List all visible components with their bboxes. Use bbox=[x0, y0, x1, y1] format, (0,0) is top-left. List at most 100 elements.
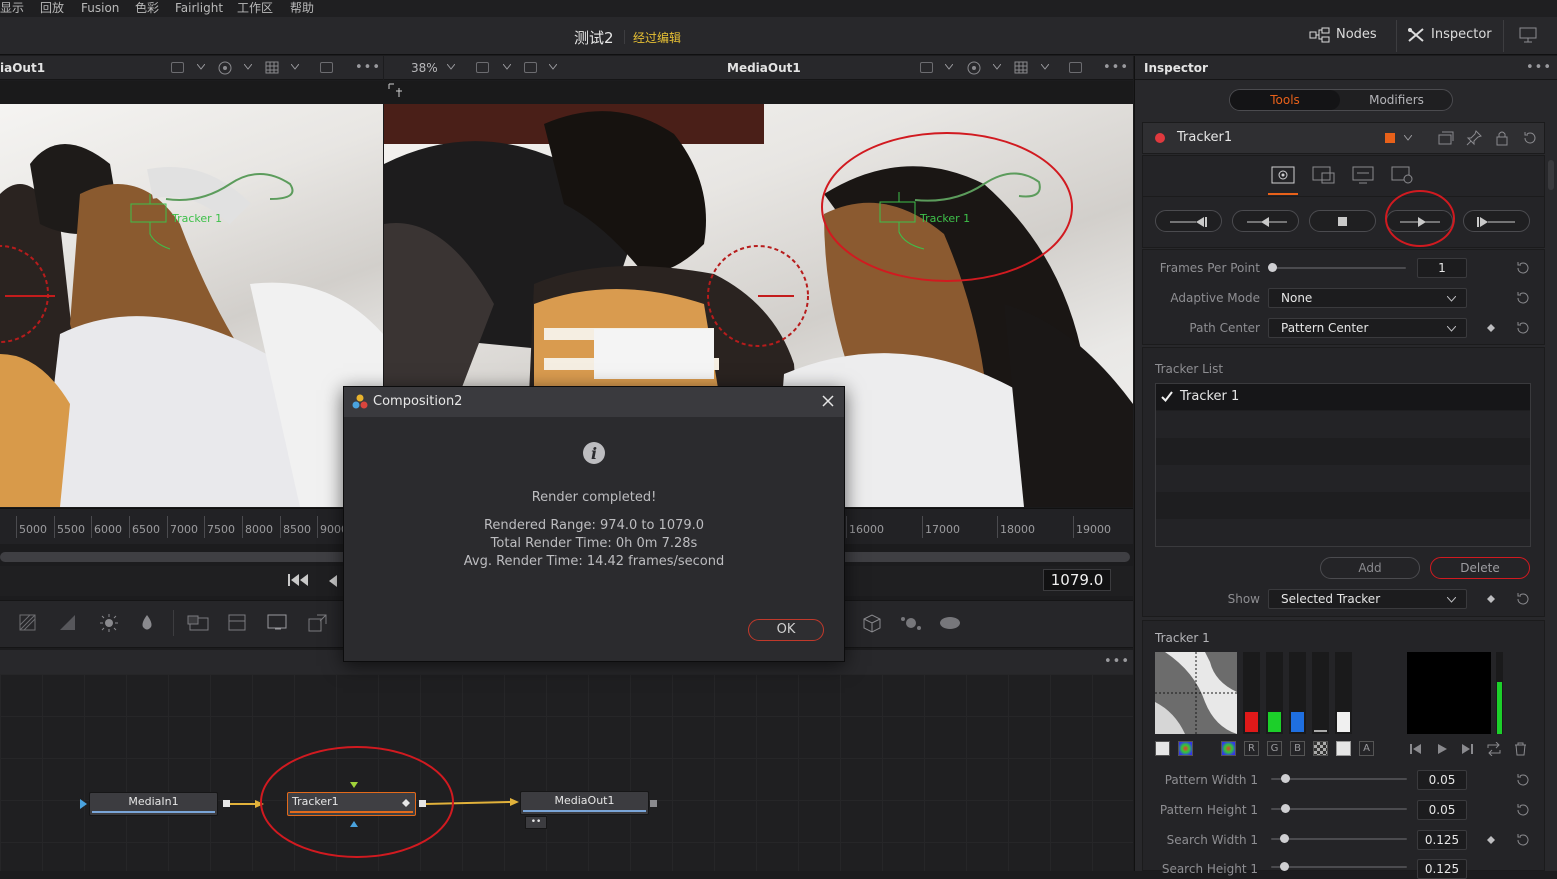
tab-modifiers[interactable]: Modifiers bbox=[1341, 90, 1452, 110]
left-viewer-image[interactable]: Tracker 1 bbox=[0, 104, 383, 507]
pattern-width-value[interactable]: 0.05 bbox=[1417, 770, 1467, 790]
search-height-slider[interactable] bbox=[1271, 866, 1407, 868]
reset-icon[interactable] bbox=[1515, 833, 1529, 847]
alpha-icon[interactable] bbox=[1336, 741, 1351, 756]
chevron-down-icon[interactable] bbox=[291, 64, 299, 70]
more-icon[interactable]: ••• bbox=[1103, 60, 1129, 75]
text-tool-icon[interactable] bbox=[267, 613, 289, 633]
menu-fusion[interactable]: Fusion bbox=[81, 0, 119, 17]
merge-tool-icon[interactable] bbox=[187, 613, 211, 633]
play-icon[interactable] bbox=[1436, 743, 1448, 755]
view-indicator[interactable]: •• bbox=[525, 816, 547, 829]
zoom-level[interactable]: 38% bbox=[411, 61, 438, 75]
color-icon[interactable] bbox=[217, 60, 233, 75]
inspector-scrollbar[interactable] bbox=[1548, 160, 1554, 190]
reset-icon[interactable] bbox=[1515, 592, 1529, 606]
chevron-down-icon[interactable] bbox=[197, 64, 205, 70]
frames-per-point-value[interactable]: 1 bbox=[1417, 258, 1467, 278]
node-editor[interactable] bbox=[0, 674, 1133, 871]
monitor-icon[interactable] bbox=[1519, 27, 1537, 44]
fit-icon[interactable] bbox=[1069, 62, 1082, 73]
pattern-width-slider[interactable] bbox=[1271, 778, 1407, 780]
operation-tab-icon[interactable] bbox=[1312, 166, 1336, 184]
grid-icon[interactable] bbox=[265, 61, 279, 74]
transform-tool-icon[interactable] bbox=[308, 613, 328, 633]
inspector-button[interactable]: Inspector bbox=[1431, 27, 1492, 42]
fit-icon[interactable] bbox=[320, 62, 333, 73]
3d-shape-icon[interactable] bbox=[860, 613, 884, 633]
display-tab-icon[interactable] bbox=[1352, 166, 1376, 184]
track-to-end-button[interactable] bbox=[1463, 210, 1530, 232]
menu-playback[interactable]: 回放 bbox=[40, 0, 64, 17]
menu-help[interactable]: 帮助 bbox=[290, 0, 314, 17]
renderer-3d-icon[interactable] bbox=[938, 613, 962, 633]
pattern-height-slider[interactable] bbox=[1271, 808, 1407, 810]
track-reverse-button[interactable] bbox=[1232, 210, 1299, 232]
ok-button[interactable]: OK bbox=[748, 619, 824, 641]
chevron-down-icon[interactable] bbox=[447, 64, 455, 70]
version-icon[interactable] bbox=[1438, 131, 1454, 145]
keyframe-icon[interactable] bbox=[1487, 324, 1495, 332]
chevron-down-icon[interactable] bbox=[993, 64, 1001, 70]
loop-icon[interactable] bbox=[1486, 742, 1502, 756]
lock-icon[interactable] bbox=[1495, 130, 1509, 146]
track-to-start-button[interactable] bbox=[1155, 210, 1222, 232]
brightness-icon[interactable] bbox=[99, 613, 119, 633]
enable-icon[interactable] bbox=[1155, 133, 1165, 143]
keyframe-icon[interactable] bbox=[1487, 836, 1495, 844]
slider-knob[interactable] bbox=[1280, 862, 1290, 871]
menu-display[interactable]: 显示 bbox=[0, 0, 24, 17]
stop-tracking-button[interactable] bbox=[1309, 210, 1376, 232]
viewer-option-icon[interactable] bbox=[171, 62, 184, 73]
play-reverse-icon[interactable] bbox=[327, 574, 339, 588]
pattern-height-value[interactable]: 0.05 bbox=[1417, 800, 1467, 820]
drop-icon[interactable] bbox=[137, 613, 157, 633]
more-icon[interactable]: ••• bbox=[1104, 654, 1130, 669]
viewer-option-icon[interactable] bbox=[920, 62, 933, 73]
search-width-value[interactable]: 0.125 bbox=[1417, 830, 1467, 850]
reset-icon[interactable] bbox=[1515, 803, 1529, 817]
channel-b-button[interactable]: B bbox=[1290, 741, 1305, 756]
particles-icon[interactable] bbox=[899, 613, 923, 633]
add-tracker-button[interactable]: Add bbox=[1320, 557, 1420, 579]
keyframe-icon[interactable] bbox=[1487, 595, 1495, 603]
color-mode-icon[interactable] bbox=[1178, 741, 1193, 756]
node-mediaout[interactable]: MediaOut1 bbox=[520, 791, 649, 815]
previous-icon[interactable] bbox=[1410, 743, 1422, 755]
chevron-down-icon[interactable] bbox=[244, 64, 252, 70]
channel-a-button[interactable]: A bbox=[1359, 741, 1374, 756]
more-icon[interactable]: ••• bbox=[355, 60, 381, 75]
nodes-button[interactable]: Nodes bbox=[1336, 27, 1377, 42]
go-to-start-icon[interactable] bbox=[288, 573, 310, 587]
channel-r-button[interactable]: R bbox=[1244, 741, 1259, 756]
reset-icon[interactable] bbox=[1515, 773, 1529, 787]
adaptive-mode-select[interactable]: None bbox=[1268, 288, 1467, 308]
chevron-down-icon[interactable] bbox=[503, 64, 511, 70]
gradient-tool-icon[interactable] bbox=[58, 613, 78, 633]
settings-tab-icon[interactable] bbox=[1391, 166, 1415, 184]
reset-icon[interactable] bbox=[1515, 321, 1529, 335]
current-frame[interactable]: 1079.0 bbox=[1043, 569, 1111, 591]
slider-knob[interactable] bbox=[1280, 804, 1290, 813]
slider-knob[interactable] bbox=[1268, 263, 1277, 272]
trash-icon[interactable] bbox=[1514, 742, 1527, 756]
slider-knob[interactable] bbox=[1280, 834, 1290, 843]
more-icon[interactable]: ••• bbox=[1526, 60, 1552, 75]
luminance-icon[interactable] bbox=[1313, 741, 1328, 756]
search-width-slider[interactable] bbox=[1271, 838, 1407, 840]
node-mediain[interactable]: MediaIn1 bbox=[89, 792, 218, 816]
menu-fairlight[interactable]: Fairlight bbox=[175, 0, 223, 17]
delete-tracker-button[interactable]: Delete bbox=[1430, 557, 1530, 579]
tab-tools[interactable]: Tools bbox=[1230, 90, 1340, 110]
slider-knob[interactable] bbox=[1280, 774, 1290, 783]
color-icon[interactable] bbox=[966, 60, 982, 75]
layer-tool-icon[interactable] bbox=[227, 613, 249, 633]
chevron-down-icon[interactable] bbox=[1404, 135, 1412, 141]
menu-workspace[interactable]: 工作区 bbox=[237, 0, 273, 17]
chevron-down-icon[interactable] bbox=[549, 64, 557, 70]
reset-icon[interactable] bbox=[1515, 261, 1529, 275]
mode-icon[interactable] bbox=[1155, 741, 1170, 756]
close-icon[interactable] bbox=[822, 395, 834, 407]
viewer-roi-icon[interactable] bbox=[524, 62, 537, 73]
next-icon[interactable] bbox=[1461, 743, 1473, 755]
